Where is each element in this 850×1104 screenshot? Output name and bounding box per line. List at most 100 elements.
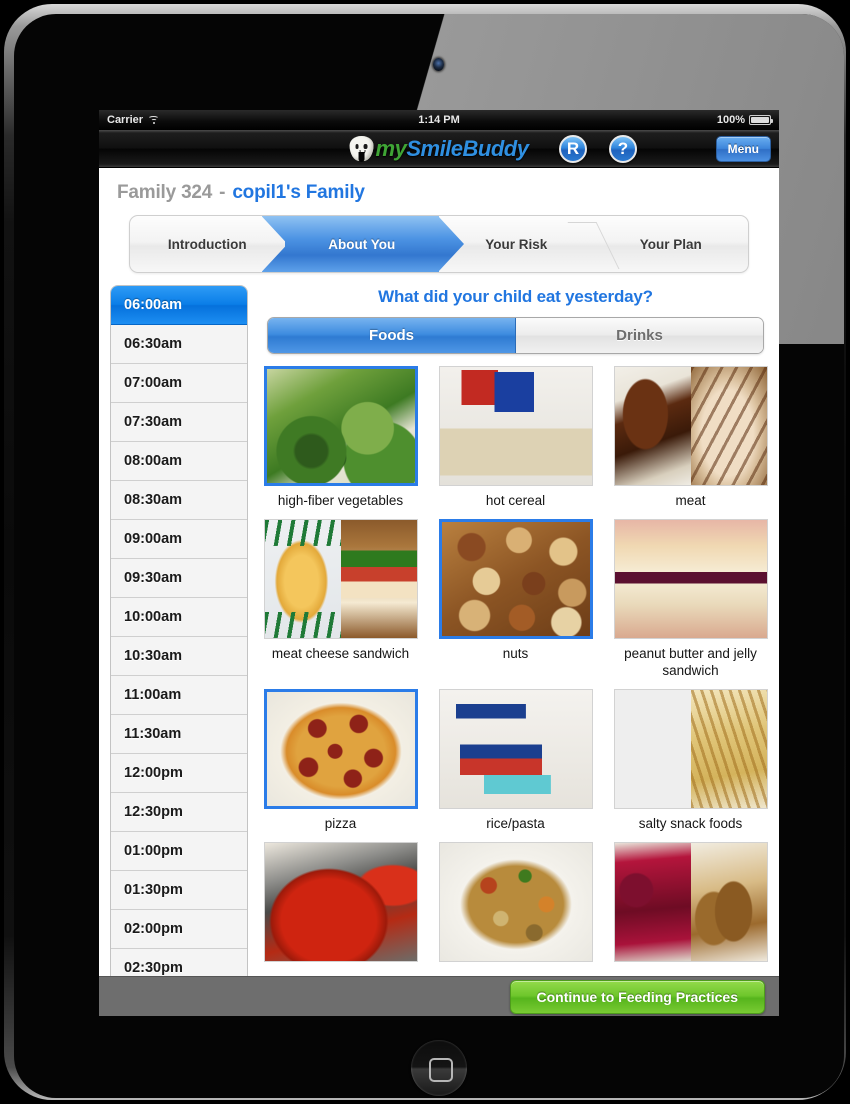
timeslot-item[interactable]: 06:30am — [111, 325, 247, 364]
timeslot-item[interactable]: 07:30am — [111, 403, 247, 442]
home-button-icon[interactable] — [411, 1040, 467, 1096]
food-image — [690, 842, 767, 961]
food-thumbnail[interactable] — [263, 366, 418, 486]
food-item[interactable]: hot cereal — [435, 366, 596, 519]
food-thumbnail[interactable] — [438, 366, 593, 486]
resources-button[interactable]: R — [559, 134, 587, 163]
food-thumbnail[interactable] — [613, 841, 768, 962]
battery-icon — [749, 115, 773, 125]
food-item[interactable] — [260, 841, 421, 978]
breadcrumb-step-about-you[interactable]: About You — [284, 216, 439, 272]
tab-drinks[interactable]: Drinks — [516, 318, 763, 353]
food-item[interactable]: pizza — [260, 688, 421, 842]
food-image — [441, 521, 590, 636]
continue-button[interactable]: Continue to Feeding Practices — [509, 979, 765, 1014]
food-image — [614, 842, 691, 961]
timeslot-item[interactable]: 09:00am — [111, 520, 247, 559]
food-label: peanut butter and jelly sandwich — [624, 645, 757, 678]
food-item[interactable]: rice/pasta — [435, 688, 596, 842]
food-image — [614, 519, 767, 638]
page-title: Family 324 - copil1's Family — [99, 168, 779, 204]
timeslot-item[interactable]: 08:00am — [111, 442, 247, 481]
food-label: meat cheese sandwich — [271, 645, 410, 661]
breadcrumb-step-introduction[interactable]: Introduction — [130, 216, 285, 272]
food-image — [615, 690, 691, 808]
app-logo[interactable]: mySmileBuddy — [349, 135, 529, 162]
status-time: 1:14 PM — [418, 114, 460, 126]
food-image — [266, 369, 415, 483]
content-area: 06:00am 06:30am 07:00am 07:30am 08:00am 08:30… — [99, 285, 779, 989]
title-dash: - — [219, 182, 226, 203]
food-image — [614, 367, 691, 485]
app-navbar: mySmileBuddy R ? Menu — [99, 130, 779, 168]
food-image — [690, 367, 767, 485]
food-label: pizza — [324, 815, 357, 831]
food-item[interactable] — [610, 841, 771, 978]
food-thumbnail[interactable] — [438, 688, 593, 809]
status-bar: Carrier 1:14 PM 100% — [99, 110, 779, 130]
food-thumbnail[interactable] — [438, 841, 593, 962]
food-item[interactable] — [435, 841, 596, 978]
timeslot-item[interactable]: 08:30am — [111, 481, 247, 520]
device-bezel-inner: Carrier 1:14 PM 100% mySmileBuddy R ? Me… — [14, 14, 844, 1098]
timeslot-item[interactable]: 10:00am — [111, 598, 247, 637]
food-thumbnail[interactable] — [613, 366, 768, 486]
food-image — [340, 519, 417, 638]
food-thumbnail[interactable] — [438, 518, 593, 639]
family-id: Family 324 — [117, 182, 213, 203]
status-left: Carrier — [107, 114, 161, 126]
timeslot-item[interactable]: 10:30am — [111, 637, 247, 676]
food-item[interactable]: nuts — [435, 518, 596, 689]
food-image — [439, 842, 592, 961]
timeslot-item[interactable]: 12:00pm — [111, 754, 247, 793]
breadcrumb: Introduction About You Your Risk Your Plan — [129, 215, 749, 273]
navbar-actions: R ? — [559, 134, 637, 163]
timeslot-list[interactable]: 06:00am 06:30am 07:00am 07:30am 08:00am 08:30… — [110, 285, 248, 989]
food-image — [266, 691, 415, 806]
timeslot-item[interactable]: 12:30pm — [111, 793, 247, 832]
food-label: meat — [675, 493, 706, 508]
food-item[interactable]: high-fiber vegetables — [260, 366, 421, 519]
food-thumbnail[interactable] — [263, 841, 418, 962]
timeslot-item[interactable]: 01:00pm — [111, 832, 247, 871]
app-screen: Carrier 1:14 PM 100% mySmileBuddy R ? Me… — [99, 110, 779, 1016]
food-item[interactable]: meat — [610, 366, 771, 519]
food-label: nuts — [502, 645, 529, 661]
timeslot-item[interactable]: 01:30pm — [111, 871, 247, 910]
food-item[interactable]: salty snack foods — [610, 688, 771, 842]
food-panel: What did your child eat yesterday? Foods… — [260, 285, 771, 965]
carrier-label: Carrier — [107, 114, 144, 126]
tab-foods[interactable]: Foods — [268, 318, 516, 353]
status-right: 100% — [717, 114, 773, 126]
food-thumbnail[interactable] — [613, 688, 768, 809]
food-image — [439, 367, 592, 485]
food-image — [264, 842, 417, 961]
timeslot-item[interactable]: 06:00am — [111, 286, 247, 325]
timeslot-item[interactable]: 11:30am — [111, 715, 247, 754]
food-grid[interactable]: high-fiber vegetables hot cereal meat meat … — [260, 366, 771, 978]
food-thumbnail[interactable] — [263, 518, 418, 639]
camera-icon — [433, 58, 444, 71]
timeslot-item[interactable]: 02:00pm — [111, 910, 247, 949]
timeslot-item[interactable]: 07:00am — [111, 364, 247, 403]
timeslot-item[interactable]: 11:00am — [111, 676, 247, 715]
food-thumbnail[interactable] — [613, 518, 768, 639]
menu-button[interactable]: Menu — [715, 135, 771, 162]
food-item[interactable]: peanut butter and jelly sandwich — [610, 518, 771, 689]
ipad-device: Carrier 1:14 PM 100% mySmileBuddy R ? Me… — [0, 0, 850, 1104]
food-image — [264, 519, 341, 638]
food-label: salty snack foods — [638, 815, 743, 831]
bottom-toolbar: Continue to Feeding Practices — [99, 976, 779, 1016]
timeslot-item[interactable]: 09:30am — [111, 559, 247, 598]
food-thumbnail[interactable] — [263, 688, 418, 809]
navbar-right: Menu — [715, 135, 771, 162]
food-image — [690, 689, 767, 808]
question-title: What did your child eat yesterday? — [378, 287, 653, 306]
wifi-icon — [148, 115, 161, 125]
logo-my-text: my — [375, 135, 407, 161]
food-item[interactable]: meat cheese sandwich — [260, 518, 421, 689]
foods-drinks-tabs[interactable]: Foods Drinks — [267, 317, 764, 354]
help-button[interactable]: ? — [609, 134, 637, 163]
page-body: Family 324 - copil1's Family Introductio… — [99, 168, 779, 1016]
tooth-logo-icon — [349, 136, 374, 162]
